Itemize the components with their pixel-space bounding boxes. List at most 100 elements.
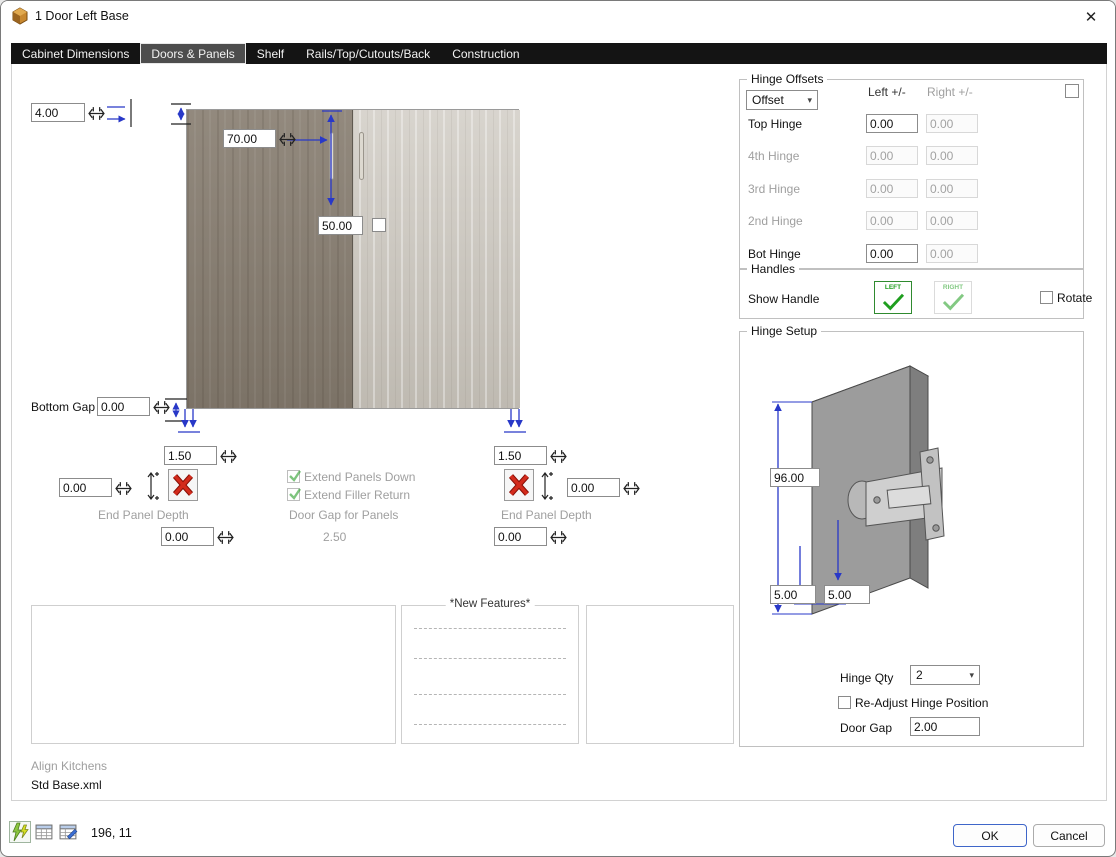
notes-box-left — [31, 605, 396, 744]
handle-top-input[interactable] — [223, 129, 276, 148]
bottom-gap-dimension-icon[interactable] — [153, 398, 171, 416]
right-panel-vertical-adjust-icon[interactable] — [538, 470, 554, 502]
extend-panels-down-label: Extend Panels Down — [304, 470, 416, 484]
readjust-hinge-checkbox[interactable] — [838, 696, 851, 709]
chevron-down-icon: ▾ — [969, 669, 974, 680]
bot-hinge-right-input — [926, 244, 978, 263]
fourth-hinge-right-input — [926, 146, 978, 165]
title-bar: 1 Door Left Base ✕ — [1, 1, 1115, 31]
template-file-label: Std Base.xml — [31, 778, 102, 792]
fourth-hinge-left-input — [866, 146, 918, 165]
new-features-box: *New Features* — [401, 598, 579, 744]
handles-title: Handles — [747, 262, 800, 276]
extend-panels-down-checkbox — [287, 470, 301, 483]
hinge-height-input[interactable] — [770, 468, 820, 487]
check-icon — [882, 293, 905, 311]
hinge-qty-dropdown[interactable]: 2 ▾ — [910, 665, 980, 685]
ok-button[interactable]: OK — [953, 824, 1027, 847]
new-features-title: *New Features* — [445, 598, 535, 610]
door-gap-for-panels-value: 2.50 — [323, 530, 347, 544]
hinge-qty-value: 2 — [916, 668, 923, 682]
hinge-offsets-title: Hinge Offsets — [747, 72, 828, 86]
dashed-divider — [414, 658, 566, 659]
window-title: 1 Door Left Base — [35, 9, 129, 23]
top-hinge-label: Top Hinge — [748, 117, 803, 131]
hinge-offsets-group: Hinge Offsets Offset ▾ Left +/- Right +/… — [739, 72, 1084, 269]
show-handle-label: Show Handle — [748, 292, 820, 306]
cancel-button[interactable]: Cancel — [1033, 824, 1105, 847]
handles-group: Handles Show Handle LEFT RIGHT Rotate — [739, 262, 1092, 319]
tab-construction[interactable]: Construction — [441, 43, 530, 64]
right-door-handle — [359, 132, 364, 180]
left-panel-thickness-dimension-icon[interactable] — [220, 447, 238, 465]
tab-shelf[interactable]: Shelf — [246, 43, 295, 64]
handle-top-dimension-icon[interactable] — [279, 130, 297, 148]
table-edit-icon[interactable] — [59, 823, 78, 842]
door-gap-line — [352, 110, 353, 408]
hinge-offsets-checkbox[interactable] — [1065, 84, 1079, 98]
offset-mode-dropdown[interactable]: Offset ▾ — [746, 90, 818, 110]
table-icon[interactable] — [35, 823, 54, 842]
door-left-panel — [187, 110, 352, 408]
right-end-panel-depth-input[interactable] — [494, 527, 547, 546]
bot-hinge-label: Bot Hinge — [748, 247, 801, 261]
extend-filler-return-checkbox — [287, 488, 301, 501]
hinge-door-gap-input[interactable] — [910, 717, 980, 736]
left-end-panel-depth-input[interactable] — [161, 527, 214, 546]
tab-rails-top-cutouts-back[interactable]: Rails/Top/Cutouts/Back — [295, 43, 441, 64]
second-hinge-right-input — [926, 211, 978, 230]
right-handle-caption: RIGHT — [942, 284, 964, 291]
left-handle-caption: LEFT — [884, 284, 902, 291]
right-end-panel-delete-button[interactable] — [504, 469, 534, 501]
left-panel-offset-dimension-icon[interactable] — [115, 479, 133, 497]
second-hinge-left-input — [866, 211, 918, 230]
show-right-handle-button: RIGHT — [934, 281, 972, 314]
handle-mid-input[interactable] — [318, 216, 363, 235]
top-gap-input[interactable] — [31, 103, 85, 122]
right-panel-thickness-dimension-icon[interactable] — [550, 447, 568, 465]
left-panel-thickness-input[interactable] — [164, 446, 217, 465]
check-icon — [942, 293, 965, 311]
door-right-panel — [353, 110, 520, 408]
left-end-panel-delete-button[interactable] — [168, 469, 198, 501]
bottom-gap-label: Bottom Gap — [31, 400, 96, 414]
dashed-divider — [414, 628, 566, 629]
third-hinge-left-input — [866, 179, 918, 198]
cursor-coordinates: 196, 11 — [91, 826, 132, 840]
door-preview-image — [186, 109, 520, 409]
show-left-handle-button[interactable]: LEFT — [874, 281, 912, 314]
col-left-label: Left +/- — [868, 85, 906, 99]
top-hinge-left-input[interactable] — [866, 114, 918, 133]
door-gap-for-panels-label: Door Gap for Panels — [289, 508, 399, 522]
left-panel-offset-input[interactable] — [59, 478, 112, 497]
hinge-side-offset-input[interactable] — [824, 585, 870, 604]
bot-hinge-left-input[interactable] — [866, 244, 918, 263]
rotate-label: Rotate — [1057, 291, 1093, 305]
right-panel-offset-input[interactable] — [567, 478, 620, 497]
left-end-panel-depth-dimension-icon[interactable] — [217, 528, 235, 546]
left-panel-vertical-adjust-icon[interactable] — [144, 470, 160, 502]
tab-doors-panels[interactable]: Doors & Panels — [140, 43, 246, 64]
hinge-bottom-offset-input[interactable] — [770, 585, 816, 604]
rotate-checkbox[interactable] — [1040, 291, 1053, 304]
col-right-label: Right +/- — [927, 85, 973, 99]
top-hinge-right-input — [926, 114, 978, 133]
readjust-hinge-label: Re-Adjust Hinge Position — [855, 696, 989, 710]
top-gap-dimension-icon[interactable] — [88, 104, 106, 122]
extend-filler-return-label: Extend Filler Return — [304, 488, 411, 502]
left-end-panel-depth-label: End Panel Depth — [98, 508, 189, 522]
tab-cabinet-dimensions[interactable]: Cabinet Dimensions — [11, 43, 140, 64]
bottom-gap-input[interactable] — [97, 397, 150, 416]
offset-mode-value: Offset — [752, 93, 784, 107]
right-panel-thickness-input[interactable] — [494, 446, 547, 465]
handle-mid-checkbox[interactable] — [372, 218, 386, 232]
hinge-setup-title: Hinge Setup — [747, 324, 822, 338]
right-end-panel-depth-dimension-icon[interactable] — [550, 528, 568, 546]
chevron-down-icon: ▾ — [807, 94, 812, 105]
close-icon[interactable]: ✕ — [1075, 4, 1107, 29]
hinge-setup-group: Hinge Setup 96.00 5.00 5.00 Hinge Qty 2 … — [739, 324, 1084, 747]
right-panel-offset-dimension-icon[interactable] — [623, 479, 641, 497]
left-door-handle — [329, 132, 334, 180]
dashed-divider — [414, 694, 566, 695]
refresh-lightning-icon[interactable] — [9, 821, 31, 843]
